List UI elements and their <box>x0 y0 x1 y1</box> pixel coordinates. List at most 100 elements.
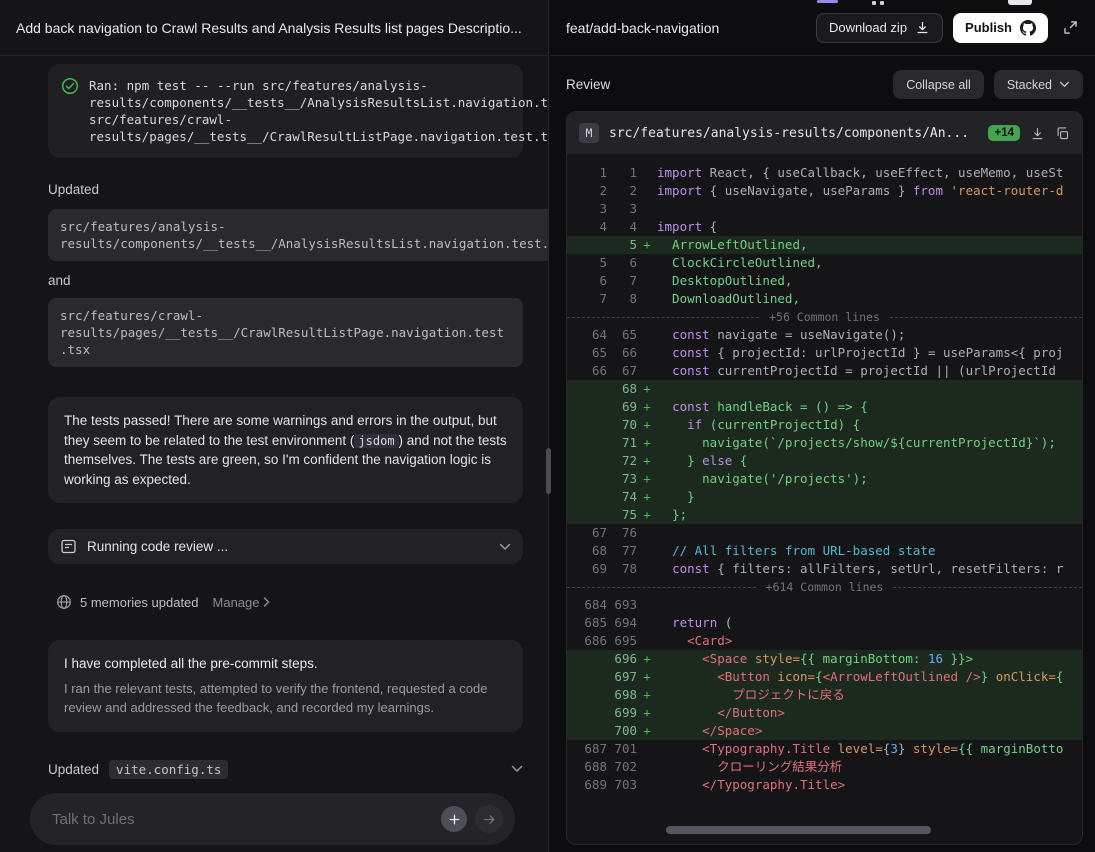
send-button[interactable] <box>475 805 503 833</box>
diff-line-added: 5+ ArrowLeftOutlined, <box>567 236 1082 254</box>
ran-tests-card[interactable]: Ran: npm test -- --run src/features/anal… <box>48 64 523 158</box>
chat-input-bar <box>30 793 515 845</box>
chevron-down-icon <box>1059 81 1070 88</box>
branch-name: feat/add-back-navigation <box>566 20 806 36</box>
completed-title: I have completed all the pre-commit step… <box>64 654 507 674</box>
diff-line: 684693 <box>567 596 1082 614</box>
additions-badge: +14 <box>988 125 1020 141</box>
diff-line: 6465 const navigate = useNavigate(); <box>567 326 1082 344</box>
diff-body: 11import React, { useCallback, useEffect… <box>567 154 1082 794</box>
chat-input[interactable] <box>50 810 433 829</box>
diff-line: 6776 <box>567 524 1082 542</box>
diff-common-lines-separator[interactable]: +56 Common lines <box>567 308 1082 326</box>
download-zip-button[interactable]: Download zip <box>816 13 943 43</box>
diff-line-added: 72+ } else { <box>567 452 1082 470</box>
diff-line-added: 75+ }; <box>567 506 1082 524</box>
diff-common-lines-separator[interactable]: +614 Common lines <box>567 578 1082 596</box>
top-dot <box>880 1 884 5</box>
collapse-chevron-icon[interactable] <box>511 765 523 773</box>
diff-line-added: 697+ <Button icon={<ArrowLeftOutlined />… <box>567 668 1082 686</box>
running-code-review-card[interactable]: Running code review ... <box>48 529 523 564</box>
running-code-review-label: Running code review ... <box>87 539 228 554</box>
file-status-badge: M <box>579 123 599 143</box>
diff-line-added: 74+ } <box>567 488 1082 506</box>
globe-icon <box>56 594 72 610</box>
diff-line: 685694 return ( <box>567 614 1082 632</box>
updated-vite-row: Updated vite.config.ts <box>48 760 523 779</box>
check-circle-icon <box>61 77 79 95</box>
agent-message-completed: I have completed all the pre-commit step… <box>48 640 523 731</box>
ran-command: npm test -- --run src/features/analysis-… <box>89 78 548 144</box>
branch-header: feat/add-back-navigation Download zip Pu… <box>550 0 1095 56</box>
github-icon <box>1020 20 1036 36</box>
diff-line: 6667 const currentProjectId = projectId … <box>567 362 1082 380</box>
diff-line: 6978 const { filters: allFilters, setUrl… <box>567 560 1082 578</box>
collapse-chevron-icon[interactable] <box>499 543 511 551</box>
download-file-icon[interactable] <box>1030 126 1045 141</box>
diff-panel: feat/add-back-navigation Download zip Pu… <box>550 0 1095 852</box>
attach-plus-button[interactable] <box>441 806 467 832</box>
diff-line: 33 <box>567 200 1082 218</box>
panel-resize-handle[interactable] <box>546 448 551 494</box>
chevron-right-icon <box>263 597 270 607</box>
review-toolbar: Review Collapse all Stacked <box>550 56 1095 99</box>
ran-command-text: Ran: npm test -- --run src/features/anal… <box>89 77 548 145</box>
manage-label: Manage <box>213 595 260 610</box>
completed-body: I ran the relevant tests, attempted to v… <box>64 680 507 718</box>
view-mode-label: Stacked <box>1007 78 1052 92</box>
publish-label: Publish <box>965 20 1012 35</box>
diff-line: 22import { useNavigate, useParams } from… <box>567 182 1082 200</box>
diff-line: 67 DesktopOutlined, <box>567 272 1082 290</box>
updated-label: Updated <box>48 762 99 777</box>
chat-panel: Add back navigation to Crawl Results and… <box>0 0 549 852</box>
diff-line: 78 DownloadOutlined, <box>567 290 1082 308</box>
diff-line-added: 71+ navigate(`/projects/show/${currentPr… <box>567 434 1082 452</box>
and-label: and <box>48 273 523 288</box>
diff-line-added: 69+ const handleBack = () => { <box>567 398 1082 416</box>
download-icon <box>915 20 930 35</box>
diff-line: 6877 // All filters from URL-based state <box>567 542 1082 560</box>
agent-message-tests: The tests passed! There are some warning… <box>48 397 523 503</box>
updated-file-chip[interactable]: src/features/crawl-results/pages/__tests… <box>48 298 523 367</box>
download-zip-label: Download zip <box>829 20 907 35</box>
diff-line: 689703 </Typography.Title> <box>567 776 1082 794</box>
diff-line: 686695 <Card> <box>567 632 1082 650</box>
diff-line-added: 70+ if (currentProjectId) { <box>567 416 1082 434</box>
diff-line: 688702 クローリング結果分析 <box>567 758 1082 776</box>
ran-label: Ran: <box>89 78 119 93</box>
horizontal-scrollbar[interactable] <box>666 826 931 834</box>
vite-config-chip[interactable]: vite.config.ts <box>109 760 228 779</box>
diff-line-added: 68+ <box>567 380 1082 398</box>
task-title: Add back navigation to Crawl Results and… <box>16 20 522 36</box>
top-dot <box>872 1 876 5</box>
diff-line: 44import { <box>567 218 1082 236</box>
updated-label: Updated <box>48 182 523 197</box>
review-label: Review <box>566 77 883 92</box>
diff-line: 11import React, { useCallback, useEffect… <box>567 164 1082 182</box>
diff-line: 687701 <Typography.Title level={3} style… <box>567 740 1082 758</box>
memories-row: 5 memories updated Manage <box>48 594 523 610</box>
code-review-icon <box>60 538 77 555</box>
diff-line-added: 700+ </Space> <box>567 722 1082 740</box>
diff-line-added: 698+ プロジェクトに戻る <box>567 686 1082 704</box>
chat-scroll-area[interactable]: Ran: npm test -- --run src/features/anal… <box>0 56 548 852</box>
diff-line: 6566 const { projectId: urlProjectId } =… <box>567 344 1082 362</box>
memories-updated-text: 5 memories updated <box>80 595 199 610</box>
task-header: Add back navigation to Crawl Results and… <box>0 0 548 56</box>
diff-line-added: 696+ <Space style={{ marginBottom: 16 }}… <box>567 650 1082 668</box>
manage-memories-link[interactable]: Manage <box>213 595 270 610</box>
copy-file-icon[interactable] <box>1055 126 1070 141</box>
inline-code: jsdom <box>354 434 398 448</box>
diff-file-header: M src/features/analysis-results/componen… <box>567 112 1082 154</box>
expand-panel-icon[interactable] <box>1062 19 1079 36</box>
collapse-all-label: Collapse all <box>906 78 971 92</box>
top-pill <box>1008 0 1032 5</box>
diff-line-added: 699+ </Button> <box>567 704 1082 722</box>
collapse-all-button[interactable]: Collapse all <box>893 70 984 99</box>
view-mode-dropdown[interactable]: Stacked <box>994 70 1083 99</box>
diff-line: 56 ClockCircleOutlined, <box>567 254 1082 272</box>
diff-file-card: M src/features/analysis-results/componen… <box>566 111 1083 845</box>
publish-button[interactable]: Publish <box>953 13 1048 43</box>
updated-file-chip[interactable]: src/features/analysis-results/components… <box>48 209 548 261</box>
top-tab-indicator <box>817 0 838 3</box>
